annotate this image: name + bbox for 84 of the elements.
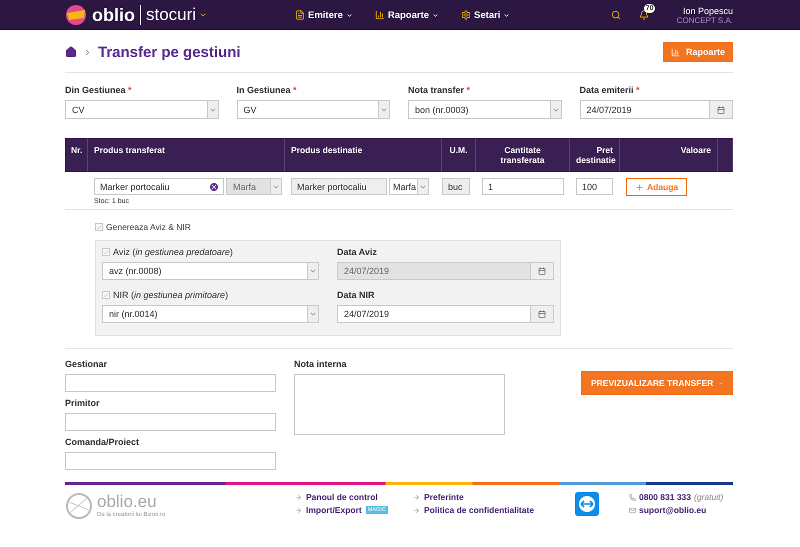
select-field[interactable]: Marfa [226,178,282,195]
footer-link[interactable]: Politica de confidentialitate [413,505,534,515]
date-field[interactable]: 24/07/2019 [580,100,733,119]
home-icon[interactable] [65,46,77,58]
globe-icon [65,492,93,520]
textarea-field[interactable] [294,374,505,435]
quantity-field[interactable]: 1 [482,178,564,195]
arrow-right-icon [295,494,302,500]
calendar-icon [538,310,546,318]
select-field[interactable]: Marfa [389,178,429,195]
select-field[interactable]: CV [65,100,218,119]
checkbox-label: NIR (in gestiunea primitoare) [113,290,228,300]
checkbox[interactable] [102,291,110,299]
column-header: Produs transferat [88,138,285,172]
company-name: CONCEPT S.A. [676,16,733,24]
caret-icon [309,310,317,318]
caret-icon [199,11,208,19]
nav-menu[interactable]: Emitere [295,10,353,20]
search-icon[interactable] [610,10,621,20]
field-label: In Gestiunea * [236,85,298,95]
caret-icon [432,12,440,18]
column-header: U.M. [442,138,476,172]
column-header: Pret destinatie [570,138,620,172]
unit-field: buc [442,178,470,195]
arrow-right-icon [295,506,302,514]
column-header: Valoare [620,138,718,172]
bar-chart-icon [670,48,680,56]
arrow-right-icon [413,506,420,514]
select-field[interactable]: GV [236,100,390,119]
calendar-icon [717,106,725,114]
nav-menu[interactable]: Setari [461,10,510,20]
phone-number: 0800 831 333 (gratuit) [629,492,724,502]
product-field[interactable]: Marker portocaliu [94,178,224,195]
select-field[interactable]: nir (nr.0014) [102,305,319,323]
input-field[interactable] [65,374,276,392]
field-label: Gestionar [65,359,108,369]
page-title: Transfer pe gestiuni [98,44,242,60]
field-label: Data NIR [337,290,376,300]
field-label: Primitor [65,398,101,408]
footer-link[interactable]: Panoul de control [295,492,378,502]
date-field[interactable]: 24/07/2019 [337,305,554,323]
logo-icon [65,4,87,26]
field-label: Comanda/Proiect [65,437,140,447]
select-field[interactable]: avz (nr.0008) [102,262,319,280]
checkbox[interactable] [95,223,103,231]
clear-icon[interactable] [210,182,218,190]
column-header: Produs destinatie [285,138,442,172]
checkbox-label: Aviz (in gestiunea predatoare) [113,247,233,257]
caret-icon [309,267,317,275]
input-field[interactable] [65,452,276,470]
calendar-icon [538,267,546,275]
column-header: Nr. [65,138,88,172]
mail-icon [629,506,636,514]
product-menu[interactable]: stocuri [140,5,208,25]
price-field[interactable]: 100 [576,178,613,195]
date-field: 24/07/2019 [337,262,554,280]
arrow-right-icon [413,494,420,500]
document-icon [295,10,305,20]
remote-support-icon[interactable] [575,492,599,516]
caret-icon [346,12,353,18]
checkbox-label: Genereaza Aviz & NIR [106,222,191,232]
field-label: Nota transfer * [408,85,472,95]
caret-icon [503,12,510,18]
phone-icon [629,494,636,500]
footer-logo: oblio.eu [97,492,158,512]
plus-icon [635,182,644,192]
gear-icon [461,10,472,20]
footer-link[interactable]: Preferinte [413,492,464,502]
field-label: Data Aviz [337,247,378,257]
product-field: Marker portocaliu [291,178,387,195]
field-label: Nota interna [294,359,348,369]
checkbox[interactable] [102,248,110,256]
bar-chart-icon [374,10,385,20]
nav-menu[interactable]: Rapoarte [374,10,440,20]
input-field[interactable] [65,413,276,431]
chevron-icon [83,48,92,56]
select-field[interactable]: bon (nr.0003) [408,100,562,119]
column-header: Cantitate transferata [476,138,570,172]
field-label: Data emiterii * [580,85,641,95]
logo-text: oblio [92,4,135,26]
bell-icon[interactable] [638,10,649,20]
footer-link[interactable]: Import/Export [295,505,362,515]
user-name: Ion Popescu [682,6,733,16]
field-label: Din Gestiunea * [65,85,133,95]
